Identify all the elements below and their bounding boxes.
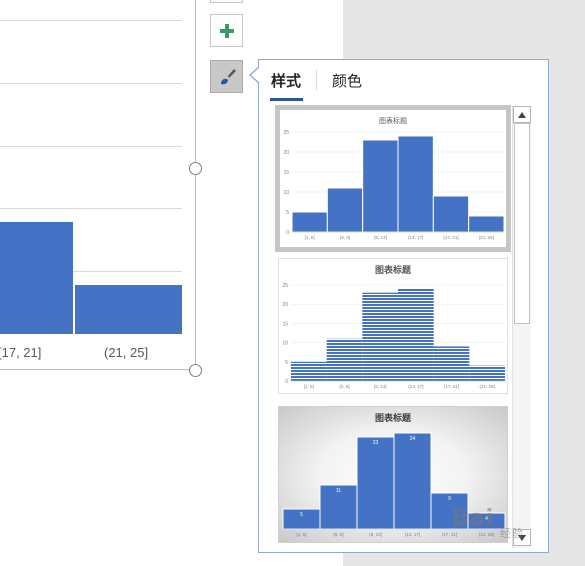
thumb-y-tick-label: 25 — [283, 130, 289, 136]
thumb-x-tick-label: (9, 13] — [374, 235, 387, 240]
thumb-bar — [469, 365, 505, 381]
tab-color[interactable]: 颜色 — [332, 70, 362, 91]
resize-handle-bottom-right[interactable] — [189, 364, 202, 377]
paintbrush-icon — [220, 68, 236, 84]
resize-handle-right[interactable] — [189, 162, 202, 175]
selected-tab-underline — [270, 98, 303, 101]
thumb-x-tick-label: [1, 5] — [296, 532, 306, 537]
thumb-data-label: 9 — [448, 496, 451, 502]
thumb-data-label: 11 — [336, 488, 341, 494]
watermark-subtext: 经验 — [500, 527, 524, 540]
thumb-y-tick-label: 15 — [282, 321, 288, 327]
thumb-chart-svg: 0 5 10 15 20 25 [1, 5] (5, 9] (9, 13] (13, 17] (17… — [282, 283, 505, 389]
chart-styles-popup: 样式 颜色 图表标题 0 5 10 15 20 25 [1, 5] (5, 9] (9, 13]… — [258, 59, 549, 553]
bar-21-25[interactable] — [75, 285, 182, 334]
gridline — [0, 208, 182, 209]
thumb-y-tick-label: 0 — [286, 230, 289, 236]
tab-divider — [316, 70, 317, 90]
scrollbar-thumb[interactable] — [514, 123, 530, 324]
watermark-logo: Bai 经验 — [452, 506, 524, 541]
thumb-y-tick-label: 5 — [286, 210, 289, 216]
chart-style-option-2[interactable]: 图表标题 0 5 10 15 20 25 [1, 5] (5, 9] (9, 13] (13, 1… — [278, 258, 508, 394]
thumb-bar — [291, 211, 328, 233]
thumb-bar — [326, 187, 364, 233]
thumb-bar — [362, 292, 398, 381]
thumb-bar — [398, 288, 434, 381]
x-tick-label: (21, 25] — [104, 345, 149, 360]
thumb-x-tick-label: (9, 13] — [374, 384, 387, 389]
thumb-y-tick-label: 20 — [282, 302, 288, 308]
thumb-y-tick-label: 10 — [283, 190, 289, 196]
thumb-x-tick-label: (5, 9] — [340, 235, 350, 240]
thumb-y-tick-label: 15 — [283, 170, 289, 176]
gridline — [0, 83, 182, 84]
gridline — [0, 20, 182, 21]
thumb-x-tick-label: [1, 5] — [304, 384, 314, 389]
chart-elements-button[interactable] — [210, 14, 243, 47]
thumb-bar — [362, 139, 399, 233]
thumb-x-tick-label: (13, 17] — [405, 532, 420, 537]
popup-pointer-inner — [251, 67, 260, 83]
thumb-x-tick-label: (13, 17] — [408, 384, 423, 389]
scroll-up-button[interactable] — [513, 106, 531, 123]
popup-scrollbar[interactable] — [512, 106, 531, 548]
side-button-partial[interactable] — [210, 0, 243, 3]
thumb-x-tick-label: (9, 13] — [369, 532, 382, 537]
thumb-bar — [433, 346, 470, 381]
watermark-text: Bai — [452, 506, 495, 531]
thumb-x-tick-label: (5, 9] — [333, 532, 343, 537]
thumb-chart-svg: 0 5 10 15 20 25 [1, 5] (5, 9] (9, 13] (13, 17] (17… — [283, 130, 505, 240]
x-tick-label: [17, 21] — [0, 345, 42, 360]
plus-icon — [219, 23, 234, 38]
thumb-bar — [468, 215, 505, 233]
thumb-bar — [393, 432, 432, 530]
thumb-y-tick-label: 5 — [285, 360, 288, 366]
bar-17-21[interactable] — [0, 222, 73, 334]
thumb-x-tick-label: (17, 21] — [443, 235, 458, 240]
thumb-x-tick-label: (5, 9] — [339, 384, 349, 389]
thumb-bar — [326, 338, 363, 381]
thumb-bar — [397, 135, 434, 233]
thumb-data-label: 5 — [300, 512, 303, 518]
thumb-x-tick-label: (13, 17] — [408, 235, 423, 240]
chart-styles-button[interactable] — [210, 60, 243, 93]
tab-style[interactable]: 样式 — [271, 70, 301, 91]
thumb-bar — [432, 195, 470, 233]
thumb-y-tick-label: 25 — [282, 283, 288, 289]
chart-frame-border — [195, 0, 196, 370]
thumb-x-tick-label: (17, 21] — [444, 384, 459, 389]
triangle-up-icon — [518, 111, 526, 118]
chart-style-option-1[interactable]: 图表标题 0 5 10 15 20 25 [1, 5] (5, 9] (9, 13] (13, 1… — [275, 105, 511, 252]
chart-frame-border — [0, 369, 196, 370]
thumb-x-tick-label: [1, 5] — [305, 235, 315, 240]
thumb-x-tick-label: (21, 25] — [479, 235, 494, 240]
thumb-bar — [291, 361, 327, 381]
thumb-y-tick-label: 0 — [285, 379, 288, 385]
thumb-x-tick-label: (21, 25] — [480, 384, 495, 389]
background-chart[interactable]: [17, 21] (21, 25] — [0, 0, 196, 370]
thumb-y-tick-label: 10 — [282, 341, 288, 347]
thumb-bar — [356, 436, 395, 530]
thumb-y-tick-label: 20 — [283, 150, 289, 156]
gridline — [0, 146, 182, 147]
thumb-data-label: 24 — [410, 436, 416, 442]
thumb-data-label: 23 — [373, 440, 379, 446]
